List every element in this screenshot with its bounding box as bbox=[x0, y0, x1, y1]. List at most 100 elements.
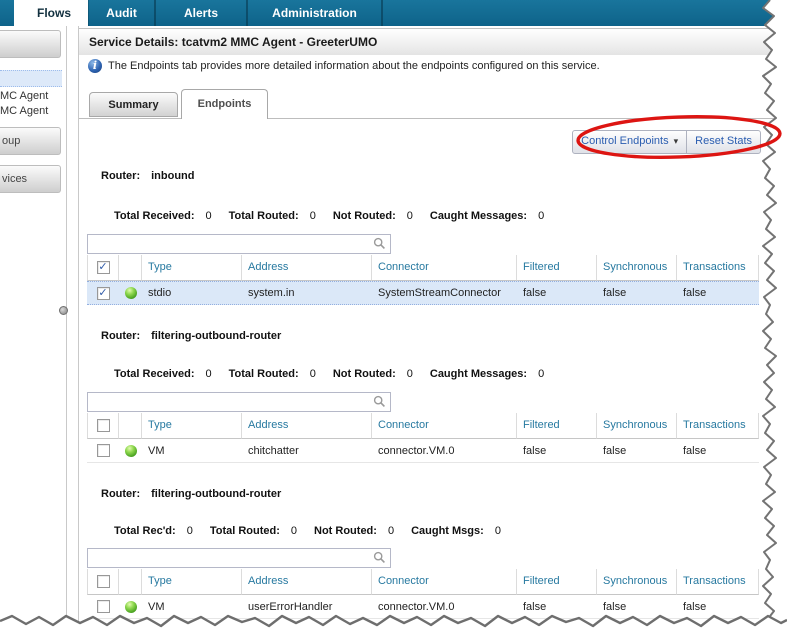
table-header-row: Type Address Connector Filtered Synchron… bbox=[87, 413, 759, 439]
cell-address: userErrorHandler bbox=[248, 600, 333, 613]
column-header-filtered[interactable]: Filtered bbox=[517, 413, 597, 439]
search-icon bbox=[373, 237, 385, 249]
stat-value: 0 bbox=[186, 525, 193, 537]
nav-tab-audit[interactable]: Audit bbox=[88, 0, 156, 26]
green-status-icon bbox=[124, 444, 137, 457]
chevron-down-icon: ▾ bbox=[673, 136, 679, 146]
cell-connector: connector.VM.0 bbox=[378, 600, 455, 613]
endpoint-search-box bbox=[87, 392, 391, 412]
stat-value: 0 bbox=[538, 368, 545, 380]
info-banner: i The Endpoints tab provides more detail… bbox=[88, 59, 600, 73]
column-header-type[interactable]: Type bbox=[142, 569, 242, 595]
sidebar-item-mc-agent[interactable]: MC Agent bbox=[0, 90, 48, 102]
cell-filtered: false bbox=[523, 600, 547, 613]
search-input[interactable] bbox=[90, 394, 372, 410]
cell-synchronous: false bbox=[603, 287, 627, 299]
column-header-filtered[interactable]: Filtered bbox=[517, 255, 597, 281]
cell-transactions: false bbox=[683, 600, 707, 613]
search-icon bbox=[373, 551, 385, 563]
table-row[interactable]: ✓ stdio system.in SystemStreamConnector … bbox=[87, 281, 759, 305]
cell-connector: SystemStreamConnector bbox=[378, 287, 501, 299]
reset-stats-button[interactable]: Reset Stats bbox=[687, 131, 760, 153]
column-header-transactions[interactable]: Transactions bbox=[677, 413, 759, 439]
stat-label: Total Received: bbox=[114, 210, 195, 222]
stat-value: 0 bbox=[205, 368, 212, 380]
stat-value: 0 bbox=[406, 210, 413, 222]
sidebar-collapse-handle[interactable] bbox=[59, 306, 68, 315]
cell-filtered: false bbox=[523, 287, 547, 299]
select-all-checkbox[interactable] bbox=[96, 419, 110, 432]
control-endpoints-button[interactable]: Control Endpoints ▾ bbox=[573, 131, 688, 153]
nav-tab-strip: Audit Alerts Administration bbox=[88, 0, 787, 26]
router-label: Router: bbox=[101, 488, 141, 500]
column-header-transactions[interactable]: Transactions bbox=[677, 255, 759, 281]
status-column-header[interactable] bbox=[119, 255, 142, 281]
cell-address: system.in bbox=[248, 287, 295, 299]
nav-tab-alerts[interactable]: Alerts bbox=[156, 0, 248, 26]
info-text: The Endpoints tab provides more detailed… bbox=[108, 60, 600, 72]
cell-synchronous: false bbox=[603, 600, 627, 613]
stat-label: Total Received: bbox=[114, 368, 195, 380]
nav-tab-administration[interactable]: Administration bbox=[248, 0, 383, 26]
column-header-filtered[interactable]: Filtered bbox=[517, 569, 597, 595]
stat-label: Total Rec'd: bbox=[114, 525, 176, 537]
green-status-icon bbox=[124, 600, 137, 613]
column-header-connector[interactable]: Connector bbox=[372, 569, 517, 595]
tab-endpoints[interactable]: Endpoints bbox=[181, 89, 268, 119]
column-header-synchronous[interactable]: Synchronous bbox=[597, 569, 677, 595]
control-endpoints-label: Control Endpoints bbox=[581, 135, 669, 147]
tab-summary[interactable]: Summary bbox=[89, 92, 178, 117]
stat-label: Caught Messages: bbox=[429, 368, 528, 380]
column-header-synchronous[interactable]: Synchronous bbox=[597, 413, 677, 439]
select-all-checkbox[interactable] bbox=[96, 575, 110, 588]
router-stats: Total Received: 0 Total Routed: 0 Not Routed… bbox=[114, 368, 561, 380]
cell-type: stdio bbox=[148, 287, 172, 299]
info-icon: i bbox=[88, 59, 102, 73]
cell-transactions: false bbox=[683, 444, 707, 457]
stat-value: 0 bbox=[538, 210, 545, 222]
router-name: filtering-outbound-router bbox=[151, 488, 282, 500]
sidebar-section-group[interactable]: oup bbox=[0, 127, 61, 155]
row-checkbox[interactable] bbox=[96, 444, 110, 457]
table-row[interactable]: VM userErrorHandler connector.VM.0 false… bbox=[87, 595, 759, 619]
search-input[interactable] bbox=[90, 550, 372, 566]
status-column-header[interactable] bbox=[119, 569, 142, 595]
router-line: Router: inbound bbox=[101, 170, 194, 182]
column-header-synchronous[interactable]: Synchronous bbox=[597, 255, 677, 281]
nav-edge-fragment bbox=[0, 0, 14, 26]
main-panel: Service Details: tcatvm2 MMC Agent - Gre… bbox=[78, 26, 787, 631]
sidebar-selected-item[interactable] bbox=[0, 70, 62, 87]
stat-label: Caught Msgs: bbox=[411, 525, 484, 537]
search-input[interactable] bbox=[90, 236, 372, 252]
select-all-checkbox[interactable]: ✓ bbox=[96, 261, 110, 274]
column-header-connector[interactable]: Connector bbox=[372, 255, 517, 281]
column-header-type[interactable]: Type bbox=[142, 413, 242, 439]
stat-label: Not Routed: bbox=[332, 368, 396, 380]
column-header-connector[interactable]: Connector bbox=[372, 413, 517, 439]
column-header-address[interactable]: Address bbox=[242, 255, 372, 281]
sidebar-item-mc-agent[interactable]: MC Agent bbox=[0, 105, 48, 117]
sidebar-section-header[interactable] bbox=[0, 30, 61, 58]
status-column-header[interactable] bbox=[119, 413, 142, 439]
stat-label: Total Routed: bbox=[228, 368, 299, 380]
row-checkbox[interactable] bbox=[96, 600, 110, 613]
column-header-address[interactable]: Address bbox=[242, 413, 372, 439]
column-header-address[interactable]: Address bbox=[242, 569, 372, 595]
sidebar-section-services[interactable]: vices bbox=[0, 165, 61, 193]
stat-label: Caught Messages: bbox=[429, 210, 528, 222]
nav-tab-flows[interactable]: Flows bbox=[20, 0, 88, 26]
stat-label: Total Routed: bbox=[228, 210, 299, 222]
column-header-type[interactable]: Type bbox=[142, 255, 242, 281]
column-header-transactions[interactable]: Transactions bbox=[677, 569, 759, 595]
stat-label: Total Routed: bbox=[209, 525, 280, 537]
stat-value: 0 bbox=[309, 368, 316, 380]
router-name: inbound bbox=[151, 170, 195, 182]
cell-connector: connector.VM.0 bbox=[378, 444, 455, 457]
sidebar: MC Agent MC Agent oup vices bbox=[0, 26, 67, 621]
router-stats: Total Rec'd: 0 Total Routed: 0 Not Routed: 0 C… bbox=[114, 525, 518, 537]
stat-value: 0 bbox=[309, 210, 316, 222]
row-checkbox[interactable]: ✓ bbox=[96, 286, 110, 300]
endpoints-table: Type Address Connector Filtered Synchron… bbox=[87, 569, 759, 619]
table-row[interactable]: VM chitchatter connector.VM.0 false fals… bbox=[87, 439, 759, 463]
page-title: Service Details: tcatvm2 MMC Agent - Gre… bbox=[79, 28, 787, 55]
